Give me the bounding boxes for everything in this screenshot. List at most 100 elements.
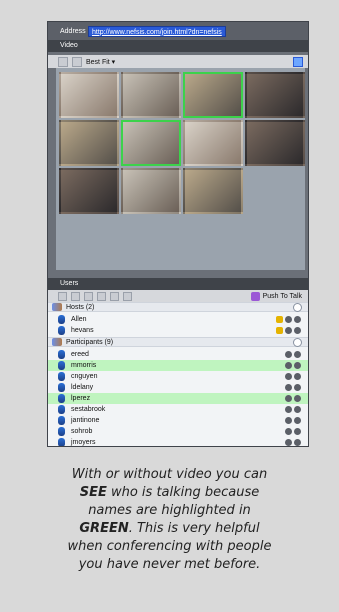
caption-line-6: you have never met before. xyxy=(78,557,261,572)
row-status-icons xyxy=(285,428,301,435)
participant-row-ereed[interactable]: ereed xyxy=(48,349,308,360)
host-row-allen[interactable]: Allen xyxy=(48,314,308,325)
video-section-header: Video xyxy=(48,40,308,52)
hosts-group-header[interactable]: Hosts (2) xyxy=(48,302,308,312)
user-icon xyxy=(58,405,65,414)
participant-name: mmorris xyxy=(71,362,97,369)
caption: With or without video you can SEE who is… xyxy=(18,466,321,574)
push-to-talk-button[interactable]: Push To Talk xyxy=(250,291,302,301)
users-tool-icon-3[interactable] xyxy=(84,291,93,301)
users-tool-icon-6[interactable] xyxy=(123,291,132,301)
status-icon xyxy=(285,406,292,413)
status-icon xyxy=(285,395,292,402)
participant-name: sestabrook xyxy=(71,406,106,413)
status-icon xyxy=(285,316,292,323)
participant-row-ldelany[interactable]: ldelany xyxy=(48,382,308,393)
best-fit-dropdown[interactable]: Best Fit ▾ xyxy=(86,58,115,66)
user-icon xyxy=(58,326,65,335)
row-status-icons xyxy=(276,327,301,334)
users-section-header: Users xyxy=(48,278,308,290)
address-bar: Address http://www.nefsis.com/join.html?… xyxy=(48,22,308,40)
layout-icon[interactable] xyxy=(58,56,68,67)
status-icon xyxy=(294,384,301,391)
status-icon xyxy=(294,362,301,369)
collapse-icon[interactable] xyxy=(293,337,302,347)
user-icon xyxy=(58,394,65,403)
participant-name: jmoyers xyxy=(71,439,96,446)
row-status-icons xyxy=(285,384,301,391)
users-tool-icon-5[interactable] xyxy=(110,291,119,301)
window-icon[interactable] xyxy=(293,56,303,67)
participant-row-cnguyen[interactable]: cnguyen xyxy=(48,371,308,382)
users-tool-icon-1[interactable] xyxy=(58,291,67,301)
microphone-icon xyxy=(250,291,260,301)
host-name: hevans xyxy=(71,327,94,334)
users-tool-icon-4[interactable] xyxy=(97,291,106,301)
row-status-icons xyxy=(285,373,301,380)
caption-line-5: when conferencing with people xyxy=(67,539,272,554)
status-icon xyxy=(285,439,292,446)
status-icon xyxy=(294,351,301,358)
participant-name: cnguyen xyxy=(71,373,98,380)
host-row-hevans[interactable]: hevans xyxy=(48,325,308,336)
address-url-link[interactable]: http://www.nefsis.com/join.html?dn=nefsi… xyxy=(88,25,226,37)
video-toolbar: Best Fit ▾ xyxy=(48,55,308,68)
video-tile-3-active[interactable] xyxy=(183,72,243,118)
participant-row-sohrob[interactable]: sohrob xyxy=(48,426,308,437)
status-icon xyxy=(285,417,292,424)
status-icon xyxy=(285,384,292,391)
participants-group-header[interactable]: Participants (9) xyxy=(48,337,308,347)
collapse-icon[interactable] xyxy=(293,302,302,312)
participant-name: ereed xyxy=(71,351,89,358)
caption-line-4: GREEN. This is very helpful xyxy=(18,520,321,538)
user-icon xyxy=(58,315,65,324)
participant-row-jantinone[interactable]: jantinone xyxy=(48,415,308,426)
status-icon xyxy=(294,417,301,424)
row-status-icons xyxy=(285,351,301,358)
caption-line-3: names are highlighted in xyxy=(88,503,251,518)
users-tool-icon-2[interactable] xyxy=(71,291,80,301)
status-icon xyxy=(294,373,301,380)
grid-icon[interactable] xyxy=(72,56,82,67)
video-tile-7[interactable] xyxy=(183,120,243,166)
video-tile-10[interactable] xyxy=(121,168,181,214)
participant-row-mmorris[interactable]: mmorris xyxy=(48,360,308,371)
status-icon xyxy=(285,373,292,380)
participants-label: Participants (9) xyxy=(66,338,114,346)
video-tile-5[interactable] xyxy=(59,120,119,166)
video-tile-8[interactable] xyxy=(245,120,305,166)
hosts-label: Hosts (2) xyxy=(66,303,95,311)
status-icon xyxy=(285,351,292,358)
users-list: Hosts (2) Allen hevans Participants (9) … xyxy=(48,302,308,446)
video-grid xyxy=(56,68,305,270)
video-tile-4[interactable] xyxy=(245,72,305,118)
participant-name: sohrob xyxy=(71,428,93,435)
status-icon xyxy=(294,327,301,334)
caption-line-2-rest: who is talking because xyxy=(106,485,260,500)
row-status-icons xyxy=(285,406,301,413)
screenshot-frame: Address http://www.nefsis.com/join.html?… xyxy=(0,0,339,612)
users-toolbar: Push To Talk xyxy=(48,290,308,302)
video-tile-9[interactable] xyxy=(59,168,119,214)
user-icon xyxy=(58,416,65,425)
user-icon xyxy=(58,361,65,370)
row-status-icons xyxy=(276,316,301,323)
participant-row-jmoyers[interactable]: jmoyers xyxy=(48,437,308,446)
caption-green: GREEN xyxy=(79,521,129,536)
status-icon xyxy=(294,439,301,446)
row-status-icons xyxy=(285,439,301,446)
participant-row-sestabrook[interactable]: sestabrook xyxy=(48,404,308,415)
people-icon xyxy=(52,338,62,346)
video-tile-11[interactable] xyxy=(183,168,243,214)
status-icon xyxy=(285,327,292,334)
host-name: Allen xyxy=(71,316,87,323)
user-icon xyxy=(58,427,65,436)
participant-name: ldelany xyxy=(71,384,94,391)
status-icon xyxy=(294,406,301,413)
video-tile-1[interactable] xyxy=(59,72,119,118)
address-label: Address xyxy=(60,27,86,35)
participant-row-lperez[interactable]: lperez xyxy=(48,393,308,404)
video-tile-2[interactable] xyxy=(121,72,181,118)
status-icon xyxy=(294,428,301,435)
video-tile-6-active[interactable] xyxy=(121,120,181,166)
